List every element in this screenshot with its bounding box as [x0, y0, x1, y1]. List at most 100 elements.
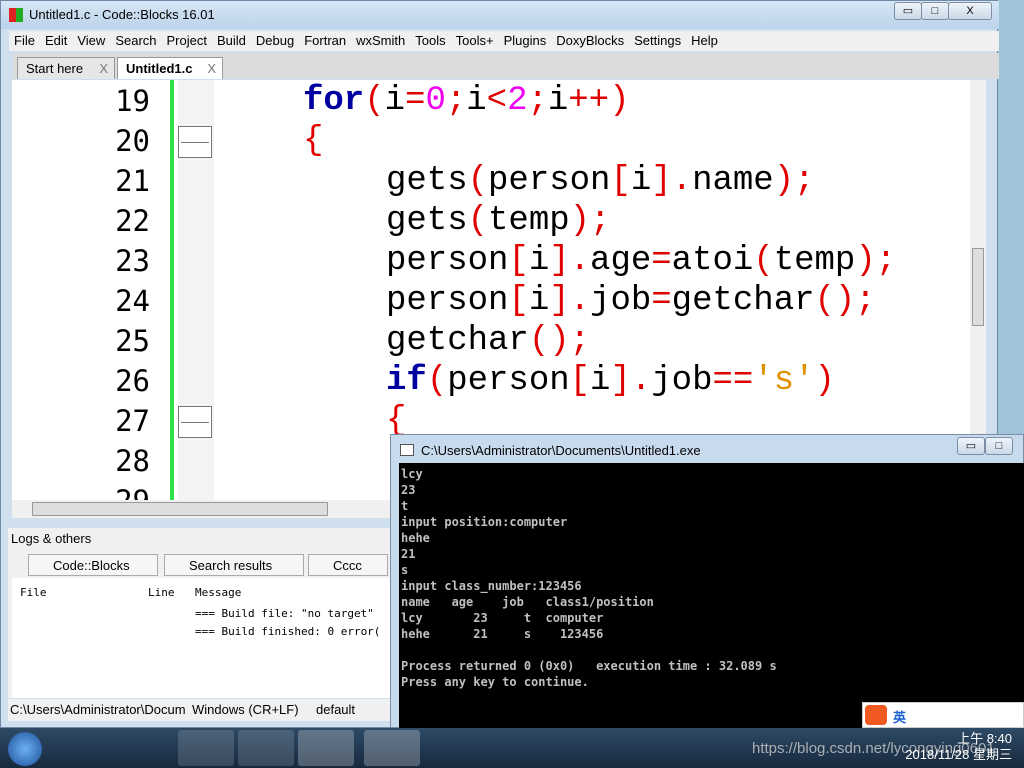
menu-plugins[interactable]: Plugins — [499, 31, 552, 50]
status-file-path: C:\Users\Administrator\Docum — [10, 702, 186, 717]
menu-file[interactable]: File — [9, 31, 40, 50]
change-bar — [170, 80, 174, 500]
menu-project[interactable]: Project — [162, 31, 212, 50]
line-number: 20 — [115, 124, 150, 158]
taskbar-app-icon[interactable] — [58, 730, 114, 766]
console-line: Process returned 0 (0x0) execution time … — [401, 659, 777, 673]
console-line: hehe 21 s 123456 — [401, 627, 604, 641]
menu-tools[interactable]: Tools+ — [451, 31, 499, 50]
log-tab-label: Cccc — [333, 558, 362, 573]
logs-tabs: Code::Blocks Search results Cccc — [28, 552, 392, 576]
menu-fortran[interactable]: Fortran — [299, 31, 351, 50]
menu-search[interactable]: Search — [110, 31, 161, 50]
menu-edit[interactable]: Edit — [40, 31, 72, 50]
ime-toolbar[interactable]: 英 — [862, 702, 1024, 728]
logs-panel-title: Logs & others — [11, 531, 92, 546]
code-line: { — [303, 122, 324, 160]
status-eol: Windows (CR+LF) — [192, 702, 299, 717]
line-number: 28 — [115, 444, 150, 478]
code-line: person[i].job=getchar(); — [386, 282, 876, 320]
taskbar-ie-icon[interactable] — [118, 730, 174, 766]
menu-build[interactable]: Build — [212, 31, 251, 50]
clock[interactable]: 上午 8:40 2018/11/28 星期三 — [905, 731, 1012, 763]
menu-bar: File Edit View Search Project Build Debug Fortr… — [9, 31, 999, 51]
build-messages-list[interactable]: File Line Message === Build file: "no ta… — [12, 578, 392, 698]
menu-help[interactable]: Help — [686, 31, 723, 50]
line-number: 19 — [115, 84, 150, 118]
menu-view[interactable]: View — [72, 31, 110, 50]
menu-settings[interactable]: Settings — [629, 31, 686, 50]
console-line: input class_number:123456 — [401, 579, 582, 593]
fold-toggle[interactable] — [178, 126, 212, 158]
console-window[interactable]: C:\Users\Administrator\Documents\Untitle… — [390, 434, 1024, 729]
code-line: for(i=0;i<2;i++) — [303, 82, 630, 120]
line-number: 21 — [115, 164, 150, 198]
column-header-line[interactable]: Line — [148, 586, 175, 599]
log-tab[interactable]: Code::Blocks — [28, 554, 158, 576]
line-number: 25 — [115, 324, 150, 358]
fold-margin — [178, 80, 214, 500]
status-mode: default — [316, 702, 356, 717]
console-minimize-button[interactable]: ▭ — [957, 437, 985, 455]
logs-panel: Logs & others Code::Blocks Search results… — [8, 528, 392, 698]
clock-time: 上午 8:40 — [957, 731, 1012, 746]
column-header-message[interactable]: Message — [195, 586, 241, 599]
line-number: 26 — [115, 364, 150, 398]
line-number: 27 — [115, 404, 150, 438]
console-line: s — [401, 563, 409, 577]
console-maximize-button[interactable]: □ — [985, 437, 1013, 455]
codeblocks-logo-icon — [9, 8, 23, 22]
tab-untitled1[interactable]: Untitled1.c X — [117, 57, 223, 79]
line-number: 23 — [115, 244, 150, 278]
log-tab-label: Code::Blocks — [53, 558, 130, 573]
console-line: name age job class1/position — [401, 595, 654, 609]
console-line: input position:computer — [401, 515, 568, 529]
code-line: person[i].age=atoi(temp); — [386, 242, 897, 280]
menu-debug[interactable]: Debug — [251, 31, 299, 50]
line-number: 24 — [115, 284, 150, 318]
title-bar: Untitled1.c - Code::Blocks 16.01 ▭ □ X — [1, 1, 999, 29]
fold-toggle[interactable] — [178, 406, 212, 438]
taskbar-wps-icon[interactable] — [238, 730, 294, 766]
line-number-gutter: 19 20 21 22 23 24 25 26 27 28 29 — [12, 80, 170, 500]
console-line: hehe — [401, 531, 430, 545]
taskbar-console-icon[interactable] — [364, 730, 420, 766]
console-line: Press any key to continue. — [401, 675, 589, 689]
close-tab-icon[interactable]: X — [99, 61, 108, 76]
code-line: gets(person[i].name); — [386, 162, 815, 200]
taskbar: https://blog.csdn.net/lycongying0601 上午 … — [0, 728, 1024, 768]
maximize-button[interactable]: □ — [921, 2, 949, 20]
log-tab[interactable]: Search results — [164, 554, 304, 576]
tab-start-here[interactable]: Start here X — [17, 57, 115, 79]
code-line: if(person[i].job=='s') — [386, 362, 835, 400]
menu-wxsmith[interactable]: wxSmith — [351, 31, 410, 50]
console-line: 21 — [401, 547, 416, 561]
minimize-button[interactable]: ▭ — [894, 2, 922, 20]
clock-date: 2018/11/28 星期三 — [905, 747, 1012, 762]
tab-label: Start here — [26, 61, 84, 76]
console-line: lcy — [401, 467, 423, 481]
line-number: 22 — [115, 204, 150, 238]
menu-doxyblocks[interactable]: DoxyBlocks — [551, 31, 629, 50]
editor-tabs: Start here X Untitled1.c X — [13, 53, 999, 79]
log-tab[interactable]: Cccc — [308, 554, 388, 576]
console-output: lcy 23 t input position:computer hehe 21 s inpu… — [399, 463, 1024, 729]
console-line: 23 — [401, 483, 416, 497]
console-line: lcy 23 t computer — [401, 611, 604, 625]
console-icon — [400, 444, 414, 456]
taskbar-explorer-icon[interactable] — [178, 730, 234, 766]
close-button[interactable]: X — [948, 2, 992, 20]
column-header-file[interactable]: File — [20, 586, 47, 599]
taskbar-codeblocks-icon[interactable] — [298, 730, 354, 766]
console-line: t — [401, 499, 409, 513]
status-bar: C:\Users\Administrator\Docum Windows (CR… — [8, 699, 392, 721]
log-tab-label: Search results — [189, 558, 273, 573]
window-title: Untitled1.c - Code::Blocks 16.01 — [29, 7, 215, 22]
ime-logo-icon — [865, 705, 887, 725]
menu-tools[interactable]: Tools — [410, 31, 450, 50]
log-message: === Build finished: 0 error( — [195, 625, 381, 638]
start-button[interactable] — [8, 732, 42, 766]
close-tab-icon[interactable]: X — [207, 61, 216, 76]
ime-language[interactable]: 英 — [893, 707, 906, 726]
console-title: C:\Users\Administrator\Documents\Untitle… — [421, 443, 701, 458]
